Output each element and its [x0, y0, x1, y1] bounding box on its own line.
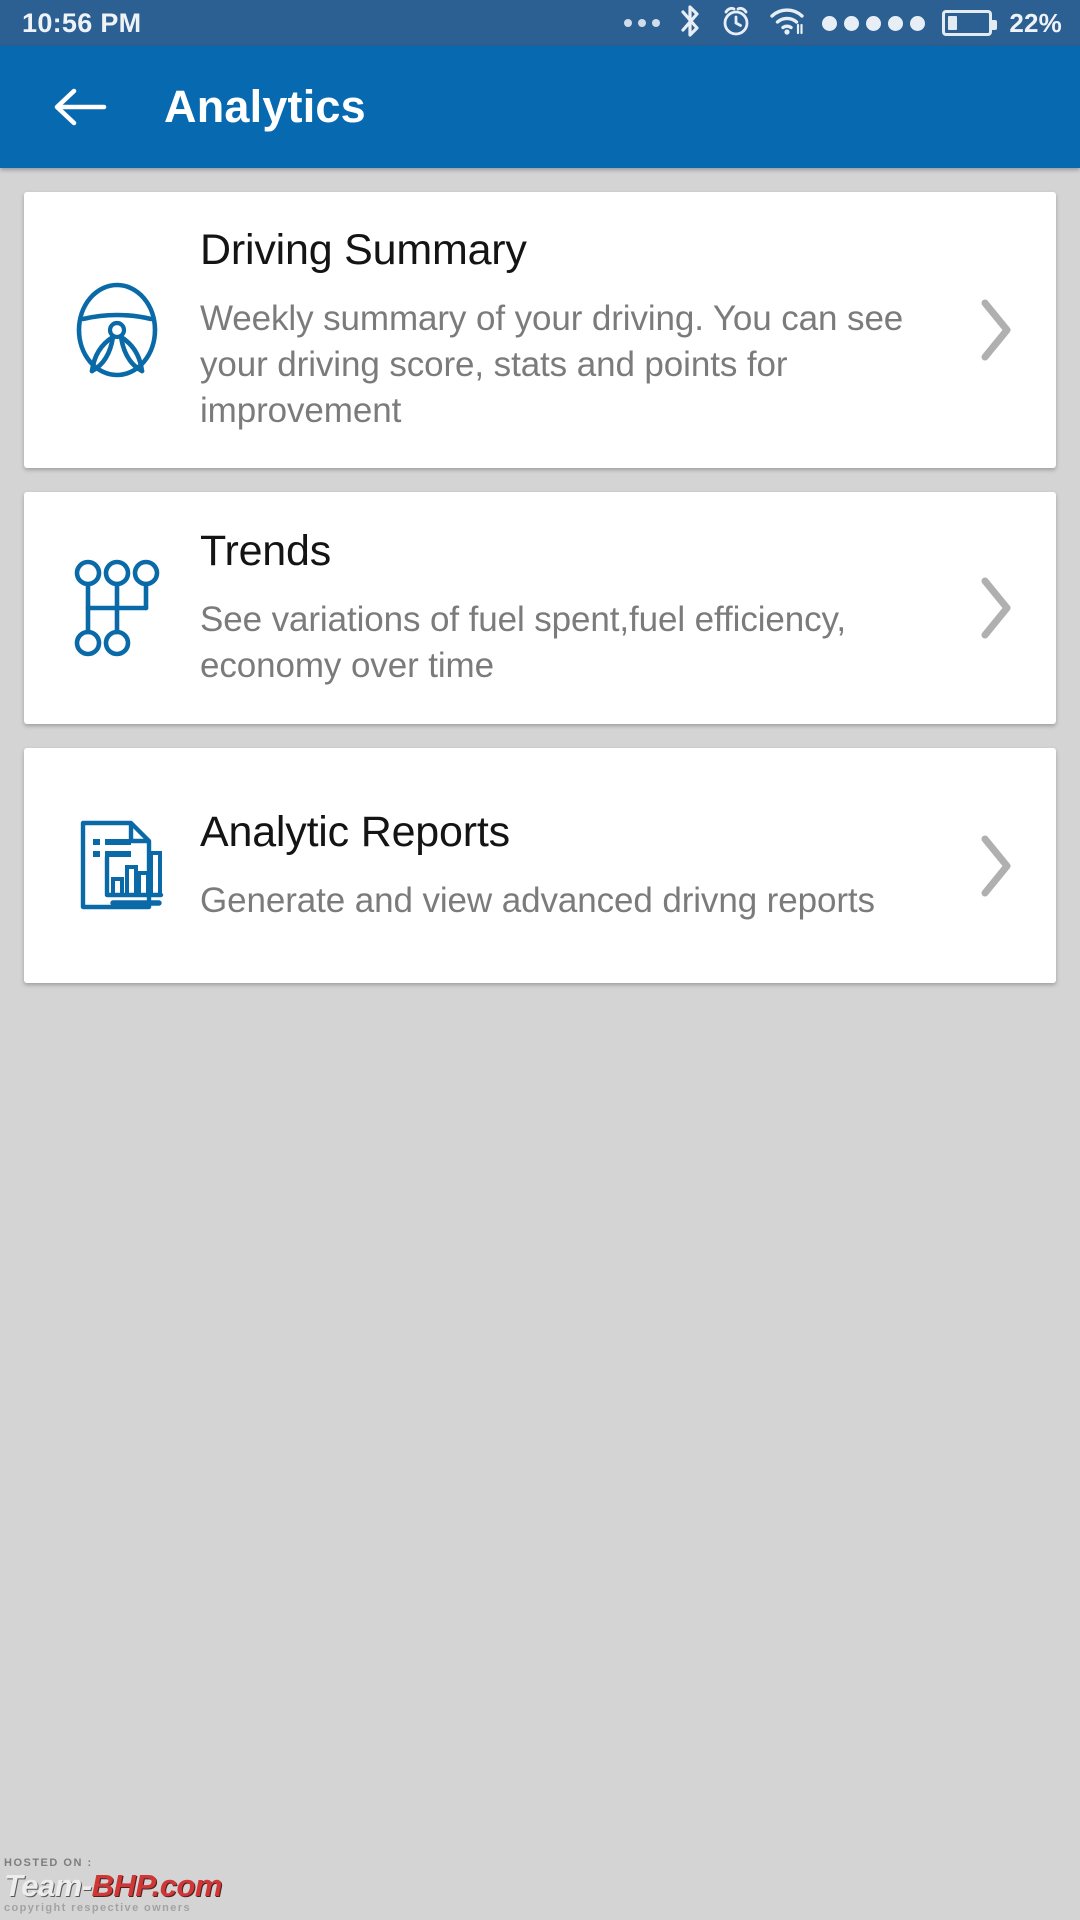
- battery-icon: [942, 10, 998, 36]
- chevron-right-icon[interactable]: [956, 833, 1034, 899]
- signal-strength-dots: [822, 15, 926, 31]
- report-document-chart-icon: [58, 815, 176, 917]
- card-title: Driving Summary: [200, 226, 527, 274]
- card-text-block: Trends See variations of fuel spent,fuel…: [176, 493, 956, 723]
- card-trends[interactable]: Trends See variations of fuel spent,fuel…: [24, 492, 1056, 725]
- battery-percentage-label: 22%: [1009, 7, 1062, 38]
- card-description: Generate and view advanced drivng report…: [200, 880, 875, 920]
- card-title: Analytic Reports: [200, 807, 510, 856]
- chevron-right-icon[interactable]: [956, 575, 1034, 641]
- gear-shifter-icon: [58, 558, 176, 658]
- arrow-left-icon: [54, 88, 107, 126]
- status-bar-icons: 22%: [624, 4, 1062, 43]
- card-text-block: Driving Summary Weekly summary of your d…: [176, 192, 956, 468]
- steering-wheel-icon: [58, 278, 176, 382]
- wifi-icon: [769, 6, 805, 41]
- chevron-right-icon[interactable]: [956, 297, 1034, 363]
- status-bar: 10:56 PM 22%: [0, 0, 1080, 46]
- analytics-card-list: Driving Summary Weekly summary of your d…: [0, 168, 1080, 1920]
- back-button[interactable]: [48, 75, 112, 139]
- bluetooth-icon: [677, 4, 703, 43]
- card-description: Weekly summary of your driving. You can …: [200, 298, 904, 431]
- card-description: See variations of fuel spent,fuel effici…: [200, 600, 846, 686]
- card-title: Trends: [200, 527, 332, 576]
- card-text-block: Analytic Reports Generate and view advan…: [176, 774, 956, 958]
- more-dots-icon: [624, 19, 661, 27]
- status-bar-clock: 10:56 PM: [22, 7, 142, 38]
- card-analytic-reports[interactable]: Analytic Reports Generate and view advan…: [24, 748, 1056, 984]
- page-title: Analytics: [164, 81, 366, 132]
- card-driving-summary[interactable]: Driving Summary Weekly summary of your d…: [24, 192, 1056, 469]
- app-bar: Analytics: [0, 46, 1080, 168]
- alarm-clock-icon: [720, 4, 752, 43]
